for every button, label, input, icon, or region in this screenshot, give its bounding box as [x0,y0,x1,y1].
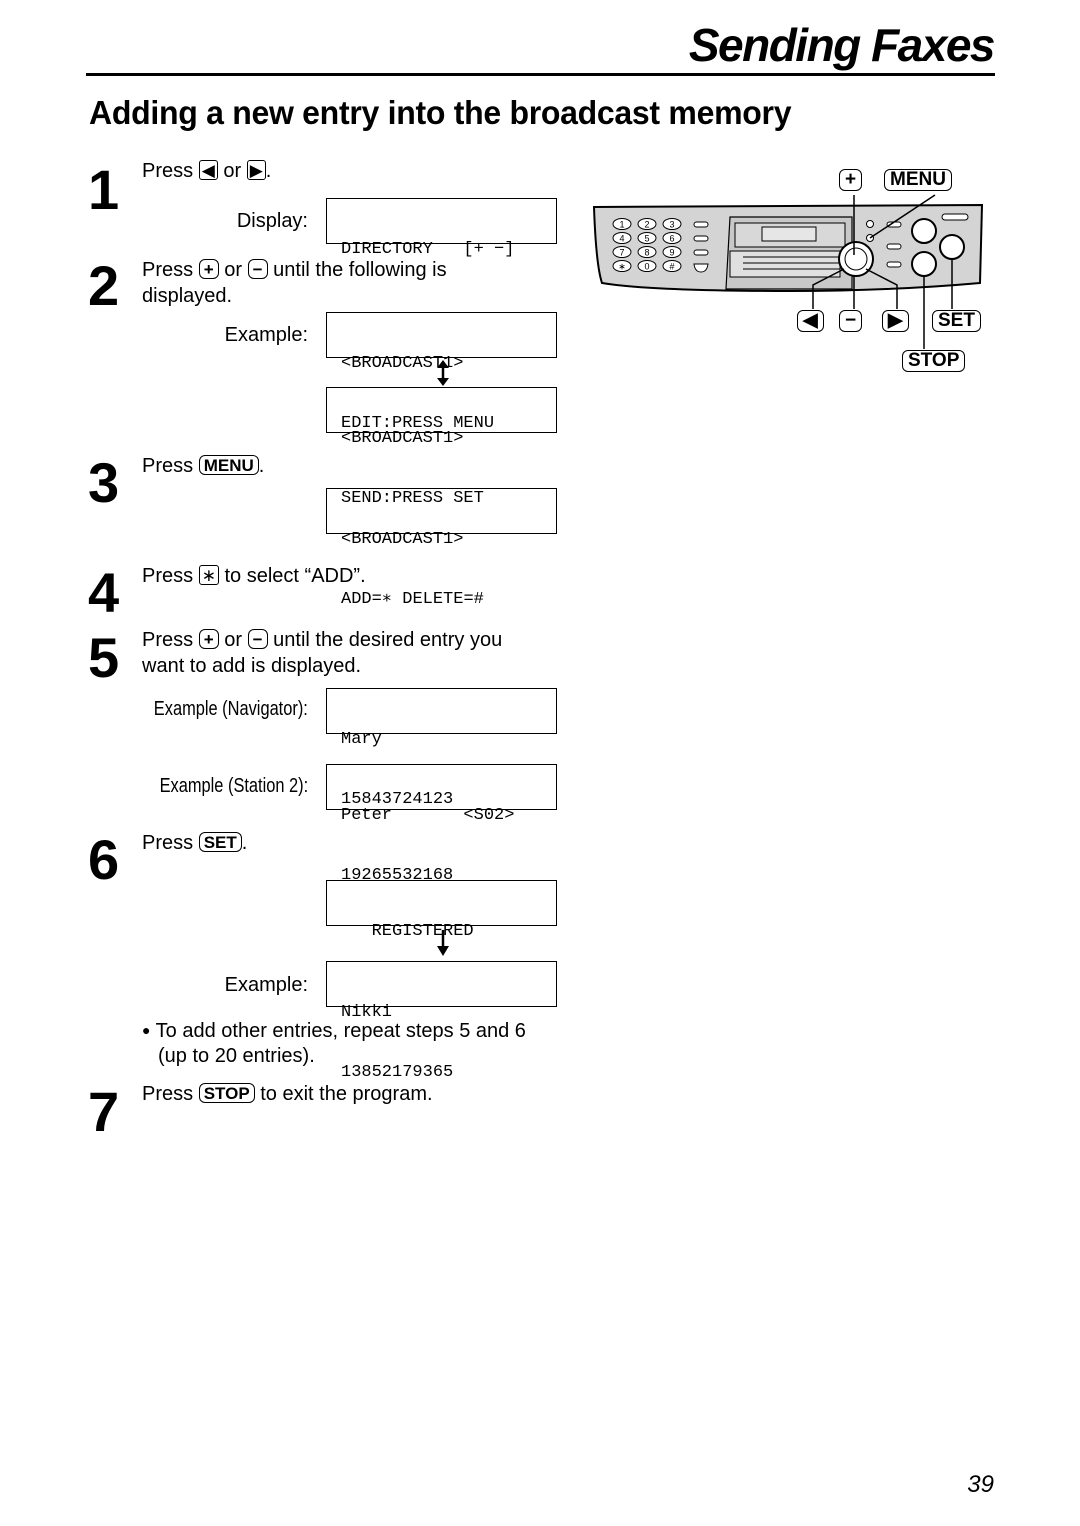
note-text-line2: (up to 20 entries). [158,1045,315,1067]
lcd-line-1: Peter <S02> [341,806,515,825]
or-word: or [224,629,243,651]
period: . [265,160,272,182]
example-navigator-label: Example (Navigator): [153,698,308,720]
press-word: Press [142,1083,194,1105]
dial-key-label: 6 [669,234,674,244]
dial-key-label: 5 [644,234,649,244]
menu-key: MENU [198,455,259,475]
minus-key: − [247,629,268,649]
step-number-2: 2 [88,254,120,317]
double-arrow-icon [437,360,449,386]
dial-key-label: ∗ [618,262,626,272]
note-text: To add other entries, repeat steps 5 and… [155,1020,526,1042]
page-heading: Adding a new entry into the broadcast me… [89,94,792,131]
panel-menu-key: MENU [884,169,952,191]
fax-panel-illustration: 1 2 3 4 5 6 7 8 9 ∗ 0 # + MENU ◀ − ▶ SET STOP [590,165,990,380]
dial-key-label: 8 [644,248,649,258]
panel-plus-key: + [839,169,863,191]
press-word: Press [142,832,194,854]
step-5-text: Press + or − until the desired entry you… [142,627,502,679]
dial-key-label: 1 [619,220,624,230]
instruction-text-line2: displayed. [142,285,233,307]
display-label: Display: [236,210,308,232]
dial-key-label: 0 [644,262,649,272]
example-label: Example: [224,974,308,996]
step-number-7: 7 [88,1080,120,1143]
period: . [241,832,248,854]
lcd-line-2: 13852179365 [341,1063,454,1082]
step-3-text: Press MENU. [142,453,264,479]
instruction-text: until the following is [273,259,447,281]
dial-key-label: 2 [644,220,649,230]
lcd-display-station: Peter <S02> 19265532168 [326,764,557,885]
step-number-4: 4 [88,561,120,624]
example-station-label: Example (Station 2): [159,775,308,797]
fax-panel-drawing: 1 2 3 4 5 6 7 8 9 ∗ 0 # [592,194,984,349]
lcd-display-send: <BROADCAST1> SEND:PRESS SET [326,387,557,508]
dial-key-label: 3 [669,220,674,230]
step-1-text: Press ◀ or ▶. [142,158,271,184]
press-word: Press [142,259,194,281]
panel-right-key: ▶ [882,310,909,332]
step-7-text: Press STOP to exit the program. [142,1081,433,1107]
lcd-display-directory: DIRECTORY [+ −] [326,198,557,259]
step-number-1: 1 [88,158,120,221]
instruction-text-line2: want to add is displayed. [142,655,362,677]
lcd-display-registered: REGISTERED [326,880,557,941]
dial-key-label: 9 [669,248,674,258]
note-bullet: ● To add other entries, repeat steps 5 a… [142,1017,526,1044]
panel-set-key: SET [932,310,981,332]
lcd-line-1: <BROADCAST1> [341,530,464,549]
step-4-text: Press ∗ to select “ADD”. [142,563,366,589]
period: . [258,455,265,477]
lcd-display-edit: <BROADCAST1> EDIT:PRESS MENU [326,312,557,433]
star-key: ∗ [198,565,219,585]
panel-stop-key: STOP [902,350,966,372]
header-rule [86,73,995,76]
press-word: Press [142,455,194,477]
step-number-3: 3 [88,451,120,514]
lcd-display-nikki: Nikki 13852179365 [326,961,557,1082]
press-word: Press [142,565,194,587]
instruction-text: to exit the program. [260,1083,433,1105]
step-number-6: 6 [88,828,120,891]
plus-key: + [198,629,219,649]
section-title: Sending Faxes [688,19,996,71]
lcd-display-navigator: Mary 15843724123 [326,688,557,809]
example-label: Example: [224,324,308,346]
dial-key-label: # [669,262,674,272]
step-2-text: Press + or − until the following is disp… [142,257,447,309]
press-word: Press [142,160,194,182]
lcd-line-1: <BROADCAST1> [341,429,464,448]
stop-key: STOP [198,1083,255,1103]
down-arrow-icon [437,930,449,956]
press-word: Press [142,629,194,651]
lcd-display-add-delete: <BROADCAST1> ADD=∗ DELETE=# [326,488,557,609]
minus-key: − [247,259,268,279]
set-key: SET [198,832,242,852]
lcd-line-2: ADD=∗ DELETE=# [341,590,484,609]
plus-key: + [198,259,219,279]
instruction-text: to select “ADD”. [224,565,366,587]
step-6-text: Press SET. [142,830,247,856]
lcd-line-1: Mary [341,730,382,749]
or-word: or [224,259,243,281]
page-number: 39 [967,1471,994,1498]
step-number-5: 5 [88,626,120,689]
or-word: or [223,160,242,182]
instruction-text: until the desired entry you [273,629,503,651]
panel-left-key: ◀ [797,310,824,332]
bullet-icon: ● [142,1022,151,1038]
dial-key-label: 7 [619,248,624,258]
left-arrow-key: ◀ [198,160,218,180]
panel-minus-key: − [839,310,863,332]
right-arrow-key: ▶ [246,160,266,180]
dial-key-label: 4 [619,234,624,244]
